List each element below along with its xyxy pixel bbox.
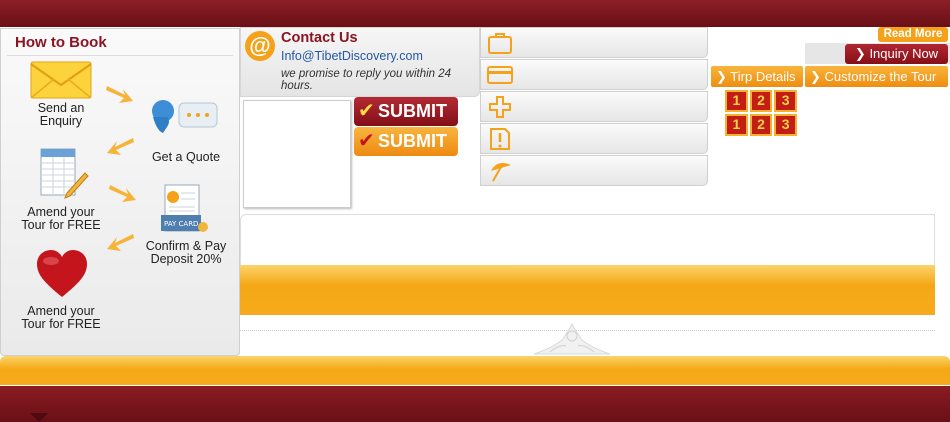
suitcase-icon: [488, 33, 512, 54]
inquiry-now-button[interactable]: ❯ Inquiry Now: [845, 44, 948, 64]
gold-footer-bar: [0, 356, 950, 385]
number-tile: 1: [725, 114, 748, 136]
number-tile: 3: [774, 114, 798, 136]
number-tile: 1: [725, 90, 748, 112]
credit-card-row[interactable]: [480, 59, 708, 90]
contact-title: Contact Us: [281, 30, 358, 46]
chevron-right-icon: ❯: [810, 69, 821, 84]
step-amend-tour-2: Amend your Tour for FREE: [21, 304, 101, 331]
customize-tour-label: Customize the Tour: [824, 69, 937, 84]
how-to-book-title: How to Book: [7, 29, 233, 56]
alert-icon: [490, 128, 510, 150]
alert-row[interactable]: [480, 123, 708, 154]
inquiry-now-label: Inquiry Now: [869, 46, 939, 61]
chevron-right-icon: ❯: [854, 46, 866, 61]
trip-details-button[interactable]: ❯ Tirp Details: [711, 66, 803, 87]
contact-us-box: @ Contact Us Info@TibetDiscovery.com we …: [240, 27, 480, 97]
chevron-right-icon: ❯: [716, 69, 727, 84]
umbrella-row[interactable]: [480, 155, 708, 186]
arrow-icon: [109, 185, 136, 202]
step-send-enquiry: Send an Enquiry: [37, 101, 85, 128]
check-icon: ✔: [358, 100, 375, 122]
contact-note: we promise to reply you within 24 hours.: [281, 68, 452, 92]
gold-title-bar: [240, 265, 935, 315]
number-tile: 2: [749, 114, 773, 136]
trip-details-label: Tirp Details: [730, 69, 796, 84]
contact-email-link[interactable]: Info@TibetDiscovery.com: [281, 49, 423, 63]
suitcase-row[interactable]: [480, 27, 708, 58]
number-tile: 2: [749, 90, 773, 112]
ornament-icon: [533, 322, 611, 355]
at-icon: @: [245, 31, 275, 61]
content-panel: [240, 214, 935, 266]
medical-cross-row[interactable]: [480, 91, 708, 122]
arrow-icon: [107, 234, 134, 251]
step-confirm-deposit: Confirm & Pay Deposit 20%: [145, 239, 227, 266]
number-steps-row-2: 1 2 3: [725, 114, 798, 136]
arrow-icon: [106, 86, 133, 103]
bottom-maroon-bar: [0, 386, 950, 422]
number-tile: 3: [774, 90, 798, 112]
how-to-book-panel: How to Book Send an Enquiry Get a Quote …: [0, 28, 240, 356]
submit-button-hover[interactable]: ✔ SUBMIT: [354, 127, 458, 156]
top-header-bar: [0, 0, 950, 27]
submit-button[interactable]: ✔ SUBMIT: [354, 97, 458, 126]
submit-label: SUBMIT: [378, 101, 447, 121]
read-more-button[interactable]: Read More: [878, 27, 948, 42]
heart-icon: [37, 250, 87, 297]
medical-cross-icon: [489, 96, 511, 118]
step-amend-tour: Amend your Tour for FREE: [21, 205, 101, 232]
pay-card-label: PAY CARD: [164, 220, 198, 228]
image-placeholder: [243, 100, 351, 208]
credit-card-icon: [487, 66, 513, 84]
caret-down-icon: [30, 413, 48, 422]
customize-tour-button[interactable]: ❯ Customize the Tour: [805, 66, 948, 87]
number-steps-row: 1 2 3: [725, 90, 798, 112]
envelope-icon: [30, 61, 92, 99]
check-icon: ✔: [358, 130, 375, 152]
umbrella-icon: [491, 163, 511, 182]
chat-bubble-icon: [152, 100, 218, 133]
pay-card-icon: PAY CARD: [161, 184, 208, 232]
step-get-quote: Get a Quote: [151, 150, 221, 164]
arrow-icon: [107, 138, 134, 155]
spreadsheet-edit-icon: [40, 148, 89, 199]
submit-label: SUBMIT: [378, 131, 447, 151]
